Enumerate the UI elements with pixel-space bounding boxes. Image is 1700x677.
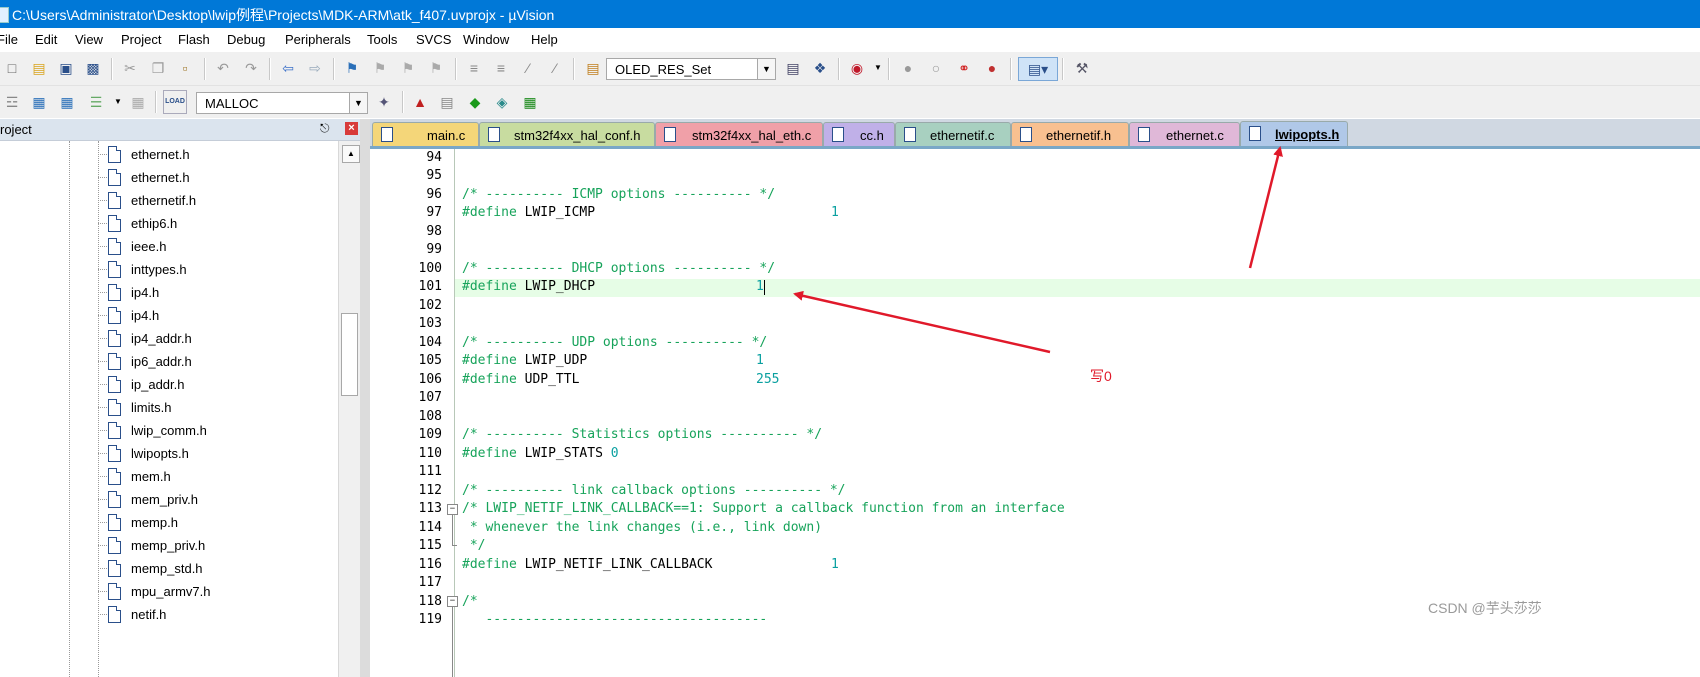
- annotation-arrow-to-value: [793, 290, 1051, 354]
- annotation-arrows: [793, 146, 1283, 354]
- annotation-note: 写0: [1090, 368, 1112, 384]
- annotation-arrow-to-tab: [1248, 146, 1283, 269]
- watermark: CSDN @芋头莎莎: [1428, 600, 1542, 616]
